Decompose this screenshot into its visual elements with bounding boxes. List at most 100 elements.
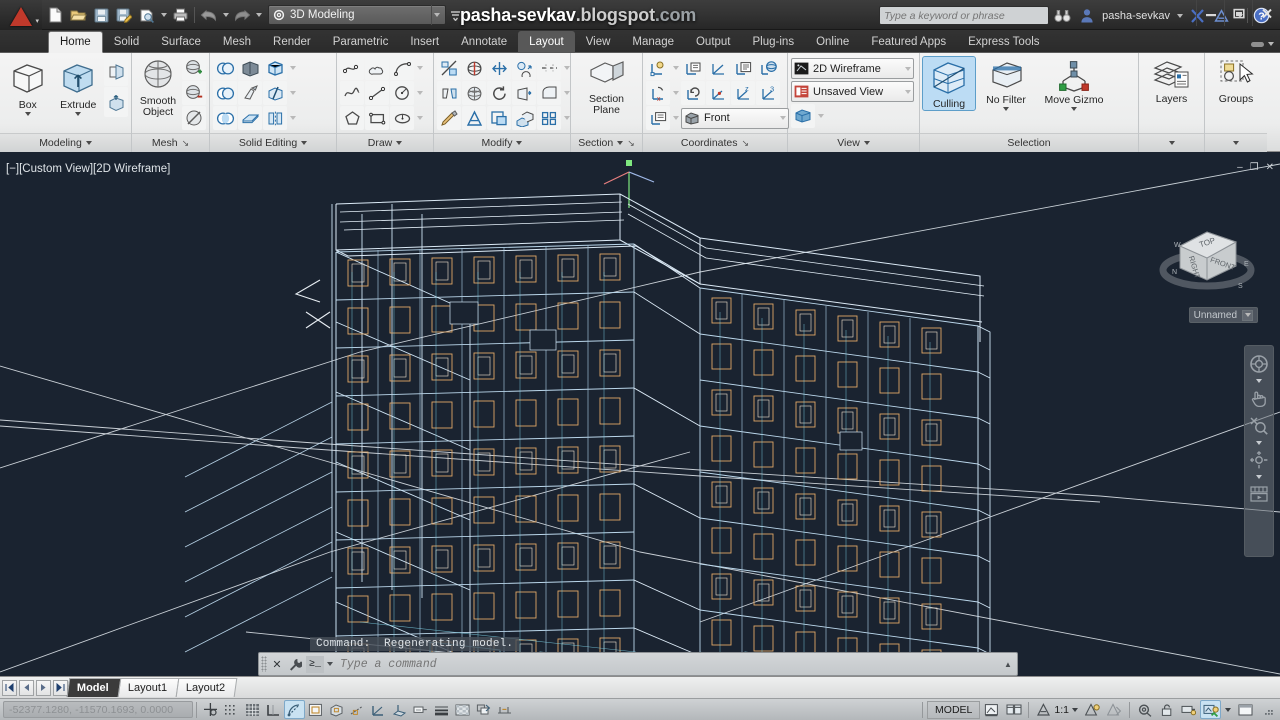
- gizmo-button[interactable]: Move Gizmo: [1037, 57, 1111, 111]
- tab-express-tools[interactable]: Express Tools: [957, 31, 1050, 53]
- line-button[interactable]: [365, 81, 389, 105]
- chevron-down-icon[interactable]: [24, 112, 31, 116]
- zoom-dropdown[interactable]: [1256, 441, 1262, 445]
- circle-dropdown[interactable]: [415, 81, 424, 105]
- grid-snap-icon[interactable]: [242, 700, 263, 719]
- 3d-object-snap-icon[interactable]: [326, 700, 347, 719]
- qat-customize-button[interactable]: [447, 4, 463, 26]
- 3d-rotate-button[interactable]: [462, 56, 486, 80]
- tab-surface[interactable]: Surface: [150, 31, 212, 53]
- extrude-face-dropdown[interactable]: [288, 56, 297, 80]
- chevron-up-icon[interactable]: ▲: [1001, 660, 1015, 669]
- allow-ucs-icon[interactable]: [368, 700, 389, 719]
- tab-layout[interactable]: Layout: [518, 31, 575, 53]
- user-icon[interactable]: [1076, 6, 1097, 26]
- ellipse-dropdown[interactable]: [415, 106, 424, 130]
- layout-tab-layout1[interactable]: Layout1: [117, 678, 180, 697]
- chevron-down-icon[interactable]: [75, 112, 82, 116]
- undo-dropdown[interactable]: [221, 4, 230, 26]
- groups-button[interactable]: Groups: [1210, 56, 1262, 105]
- layout-tab-model[interactable]: Model: [66, 678, 122, 697]
- dynamic-ucs-icon[interactable]: [389, 700, 410, 719]
- next-layout-button[interactable]: [36, 679, 51, 696]
- separate-button[interactable]: [263, 106, 287, 130]
- panel-title-selection[interactable]: Selection: [920, 133, 1138, 152]
- ucs-button[interactable]: [646, 56, 670, 80]
- named-view-combo[interactable]: Unsaved View: [791, 81, 914, 102]
- rectangle-button[interactable]: [365, 106, 389, 130]
- workspace-switcher[interactable]: 3D Modeling: [268, 5, 446, 25]
- panel-title-layers[interactable]: [1139, 133, 1204, 152]
- plot-preview-icon[interactable]: [136, 4, 158, 26]
- intersect-button[interactable]: [213, 106, 237, 130]
- tab-annotate[interactable]: Annotate: [450, 31, 518, 53]
- annotation-scale-control[interactable]: 1:1: [1033, 702, 1081, 717]
- lineweight-icon[interactable]: [431, 700, 452, 719]
- redo-dropdown[interactable]: [254, 4, 263, 26]
- tab-solid[interactable]: Solid: [103, 31, 151, 53]
- dynamic-input-icon[interactable]: [410, 700, 431, 719]
- chevron-down-icon[interactable]: [1242, 309, 1253, 321]
- minimize-button[interactable]: [1196, 0, 1224, 26]
- panel-title-draw[interactable]: Draw: [337, 133, 433, 152]
- redo-icon[interactable]: [231, 4, 253, 26]
- ucs-manager-dropdown[interactable]: [671, 106, 680, 130]
- annotation-monitor-icon[interactable]: [494, 700, 515, 719]
- polyline-button[interactable]: [340, 56, 364, 80]
- application-menu-button[interactable]: ▾: [0, 0, 42, 30]
- showmotion-icon[interactable]: [1246, 481, 1272, 507]
- panel-title-mesh[interactable]: Mesh ↘: [132, 133, 209, 152]
- filter-button[interactable]: No Filter: [976, 57, 1036, 111]
- no-smooth-button[interactable]: [182, 106, 206, 130]
- pan-hand-icon[interactable]: [1246, 385, 1272, 411]
- object-snap-tracking-icon[interactable]: [347, 700, 368, 719]
- panel-title-solid-editing[interactable]: Solid Editing: [210, 133, 336, 152]
- tab-insert[interactable]: Insert: [399, 31, 450, 53]
- layout-tab-layout2[interactable]: Layout2: [175, 678, 238, 697]
- taper-face-button[interactable]: [238, 81, 262, 105]
- steering-wheel-dropdown[interactable]: [1256, 379, 1262, 383]
- rotate-button[interactable]: [487, 81, 511, 105]
- spline-button[interactable]: [340, 81, 364, 105]
- undo-icon[interactable]: [198, 4, 220, 26]
- viewport-restore-button[interactable]: ❐: [1250, 162, 1259, 173]
- chamfer-edge-button[interactable]: [537, 81, 561, 105]
- save-icon[interactable]: [90, 4, 112, 26]
- named-view-badge[interactable]: Unnamed: [1188, 307, 1258, 323]
- ortho-mode-icon[interactable]: [263, 700, 284, 719]
- shell-button[interactable]: [238, 106, 262, 130]
- panel-title-section[interactable]: Section ↘: [571, 133, 642, 152]
- arc-button[interactable]: [390, 56, 414, 80]
- tab-manage[interactable]: Manage: [621, 31, 685, 53]
- close-icon[interactable]: ✕: [270, 658, 284, 671]
- chevron-down-icon[interactable]: [780, 116, 786, 120]
- 3d-align-button[interactable]: [487, 56, 511, 80]
- array-button[interactable]: [537, 106, 561, 130]
- arc-dropdown[interactable]: [415, 56, 424, 80]
- tab-view[interactable]: View: [575, 31, 622, 53]
- array-dropdown[interactable]: [562, 106, 571, 130]
- panel-title-coordinates[interactable]: Coordinates ↘: [643, 133, 787, 152]
- viewport-minimize-button[interactable]: –: [1237, 162, 1243, 173]
- command-prompt-toggle[interactable]: ≥_: [306, 655, 324, 673]
- panel-title-groups[interactable]: [1205, 133, 1267, 152]
- visual-style-combo[interactable]: 2D Wireframe: [791, 58, 914, 79]
- 3d-scale-button[interactable]: [512, 56, 536, 80]
- steering-wheel-icon[interactable]: [1246, 351, 1272, 377]
- revcloud-button[interactable]: [365, 56, 389, 80]
- command-line[interactable]: ✕ ≥_ ▲: [258, 652, 1018, 676]
- user-name-label[interactable]: pasha-sevkav: [1100, 10, 1172, 22]
- 3d-array-button[interactable]: [462, 81, 486, 105]
- status-bar-menu-icon[interactable]: [1257, 700, 1278, 719]
- 3d-move-button[interactable]: [104, 87, 128, 117]
- grid-display-icon[interactable]: [221, 700, 242, 719]
- close-button[interactable]: [1252, 0, 1280, 26]
- smooth-more-button[interactable]: [182, 56, 206, 80]
- ucs-3point-button[interactable]: [706, 81, 730, 105]
- open-icon[interactable]: [67, 4, 89, 26]
- fillet-edge-button[interactable]: [537, 56, 561, 80]
- smooth-object-button[interactable]: Smooth Object: [135, 56, 181, 118]
- tab-home[interactable]: Home: [48, 31, 103, 53]
- ucs-z-axis-button[interactable]: z: [731, 81, 755, 105]
- viewcube-dropdown[interactable]: [816, 104, 825, 128]
